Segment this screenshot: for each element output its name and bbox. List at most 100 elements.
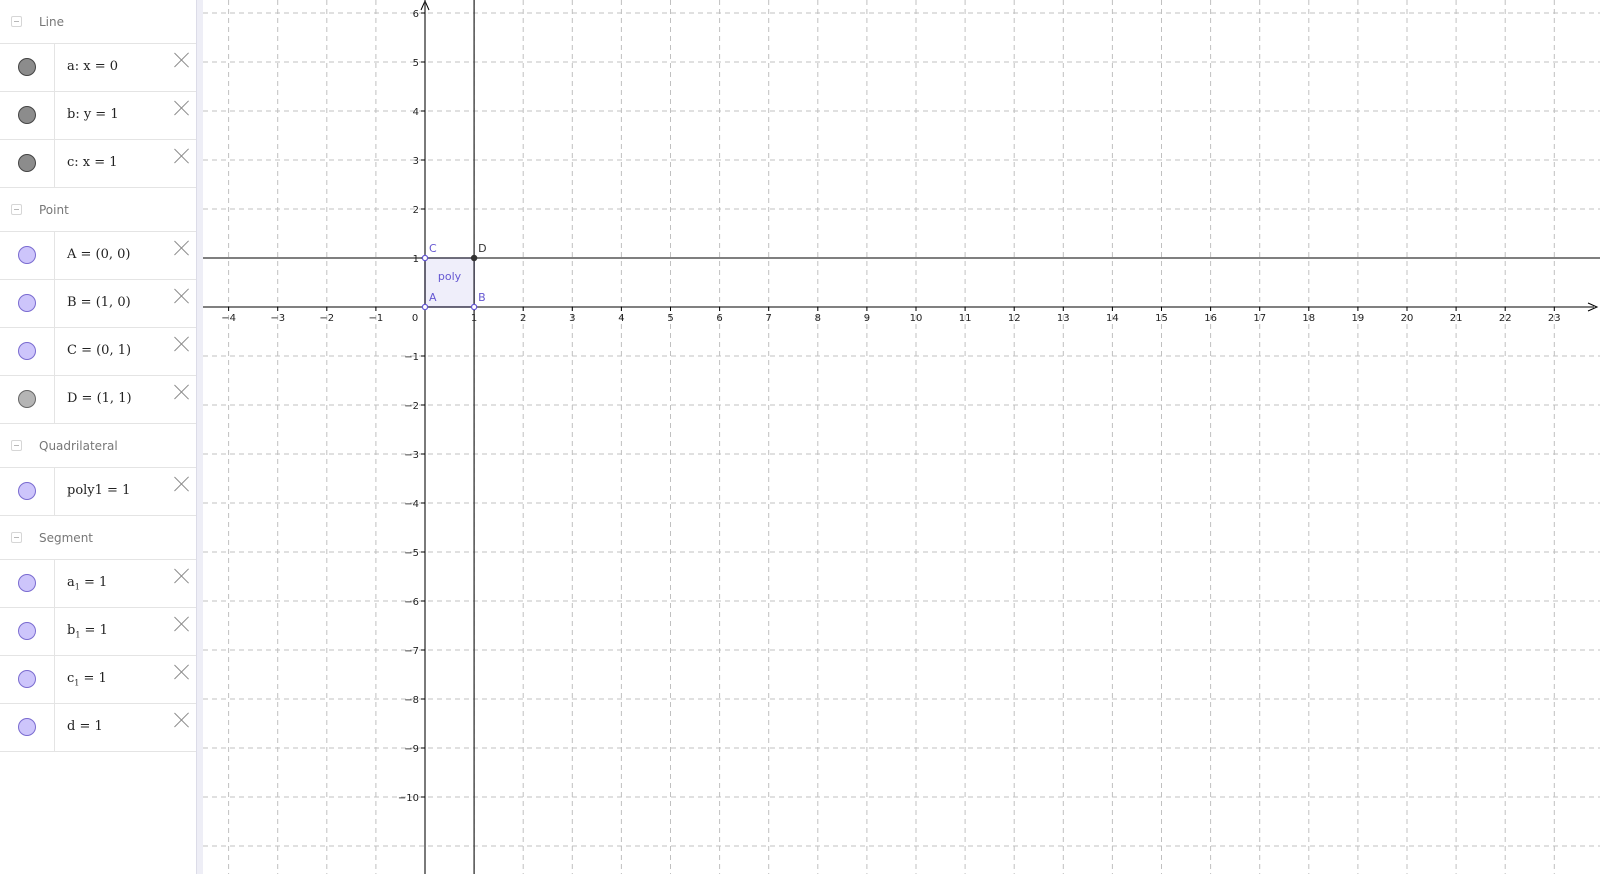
- visibility-toggle-icon[interactable]: [18, 58, 36, 76]
- point-B[interactable]: [470, 303, 478, 311]
- y-tick-label: 2: [413, 205, 419, 216]
- object-definition[interactable]: b1 = 1: [67, 623, 108, 640]
- visibility-cell[interactable]: [0, 468, 55, 515]
- delete-icon[interactable]: [173, 475, 191, 493]
- object-definition[interactable]: c: x = 1: [67, 155, 118, 170]
- delete-icon[interactable]: [173, 663, 191, 681]
- collapse-icon[interactable]: [11, 440, 22, 451]
- delete-icon[interactable]: [173, 567, 191, 585]
- delete-icon[interactable]: [173, 335, 191, 353]
- group-header-line[interactable]: Line: [0, 0, 196, 44]
- delete-icon[interactable]: [173, 99, 191, 117]
- object-definition[interactable]: a1 = 1: [67, 575, 107, 592]
- x-tick-label: 11: [959, 313, 972, 324]
- object-definition[interactable]: D = (1, 1): [67, 391, 132, 406]
- algebra-item-a1[interactable]: a1 = 1: [0, 560, 196, 608]
- collapse-icon[interactable]: [11, 204, 22, 215]
- algebra-item-b[interactable]: b: y = 1: [0, 92, 196, 140]
- object-definition[interactable]: b: y = 1: [67, 107, 119, 122]
- x-tick-label: 2: [520, 313, 526, 324]
- delete-icon[interactable]: [173, 147, 191, 165]
- collapse-icon[interactable]: [11, 16, 22, 27]
- y-tick-label: −10: [398, 793, 419, 804]
- algebra-item-B[interactable]: B = (1, 0): [0, 280, 196, 328]
- y-tick-label: 4: [413, 107, 419, 118]
- visibility-toggle-icon[interactable]: [18, 670, 36, 688]
- visibility-cell[interactable]: [0, 140, 55, 187]
- visibility-toggle-icon[interactable]: [18, 154, 36, 172]
- algebra-item-A[interactable]: A = (0, 0): [0, 232, 196, 280]
- algebra-view: Line a: x = 0 b: y = 1 c: x = 1 Point A = (0,…: [0, 0, 196, 874]
- visibility-cell[interactable]: [0, 560, 55, 607]
- visibility-cell[interactable]: [0, 92, 55, 139]
- graphics-canvas[interactable]: −4 −3 −2 −1 0 1 2 3 4 5 6 7 8 9 10 11 12 13 14 15 16 17 18 19 20…: [203, 0, 1600, 874]
- x-tick-label: 3: [569, 313, 575, 324]
- object-value: = 1: [79, 575, 108, 590]
- visibility-toggle-icon[interactable]: [18, 106, 36, 124]
- object-value: = 1: [80, 623, 108, 638]
- visibility-toggle-icon[interactable]: [18, 294, 36, 312]
- algebra-item-C[interactable]: C = (0, 1): [0, 328, 196, 376]
- x-tick-label: 16: [1204, 313, 1217, 324]
- group-header-segment[interactable]: Segment: [0, 516, 196, 560]
- algebra-item-poly1[interactable]: poly1 = 1: [0, 468, 196, 516]
- y-tick-label: −5: [404, 548, 419, 559]
- x-tick-label: 8: [815, 313, 821, 324]
- visibility-cell[interactable]: [0, 608, 55, 655]
- object-definition[interactable]: d = 1: [67, 719, 103, 734]
- object-definition[interactable]: A = (0, 0): [67, 247, 131, 262]
- x-tick-label: 21: [1450, 313, 1463, 324]
- x-tick-label: 9: [864, 313, 870, 324]
- visibility-cell[interactable]: [0, 280, 55, 327]
- x-tick-label: 14: [1106, 313, 1119, 324]
- algebra-item-a[interactable]: a: x = 0: [0, 44, 196, 92]
- point-label: D: [478, 242, 486, 255]
- delete-icon[interactable]: [173, 711, 191, 729]
- delete-icon[interactable]: [173, 51, 191, 69]
- group-header-point[interactable]: Point: [0, 188, 196, 232]
- visibility-cell[interactable]: [0, 328, 55, 375]
- visibility-cell[interactable]: [0, 656, 55, 703]
- algebra-item-c1[interactable]: c1 = 1: [0, 656, 196, 704]
- x-tick-label: 23: [1548, 313, 1561, 324]
- visibility-cell[interactable]: [0, 376, 55, 423]
- view-splitter[interactable]: [196, 0, 203, 874]
- visibility-toggle-icon[interactable]: [18, 482, 36, 500]
- visibility-toggle-icon[interactable]: [18, 622, 36, 640]
- delete-icon[interactable]: [173, 239, 191, 257]
- delete-icon[interactable]: [173, 383, 191, 401]
- delete-icon[interactable]: [173, 287, 191, 305]
- collapse-icon[interactable]: [11, 532, 22, 543]
- point-A[interactable]: [421, 303, 429, 311]
- object-definition[interactable]: a: x = 0: [67, 59, 118, 74]
- visibility-toggle-icon[interactable]: [18, 390, 36, 408]
- algebra-item-d[interactable]: d = 1: [0, 704, 196, 752]
- point-D[interactable]: [470, 254, 478, 262]
- visibility-toggle-icon[interactable]: [18, 246, 36, 264]
- object-definition[interactable]: C = (0, 1): [67, 343, 131, 358]
- point-C[interactable]: [421, 254, 429, 262]
- x-tick-label: 1: [471, 313, 477, 324]
- group-header-quadrilateral[interactable]: Quadrilateral: [0, 424, 196, 468]
- x-tick-label: −2: [319, 313, 334, 324]
- algebra-item-b1[interactable]: b1 = 1: [0, 608, 196, 656]
- visibility-toggle-icon[interactable]: [18, 342, 36, 360]
- y-tick-label: 5: [413, 58, 419, 69]
- visibility-cell[interactable]: [0, 704, 55, 751]
- y-tick-label: −8: [404, 695, 419, 706]
- graphics-view[interactable]: −4 −3 −2 −1 0 1 2 3 4 5 6 7 8 9 10 11 12 13 14 15 16 17 18 19 20…: [203, 0, 1600, 874]
- visibility-cell[interactable]: [0, 44, 55, 91]
- algebra-item-c[interactable]: c: x = 1: [0, 140, 196, 188]
- y-tick-label: −4: [404, 499, 419, 510]
- point-label: A: [429, 291, 437, 304]
- object-definition[interactable]: c1 = 1: [67, 671, 107, 688]
- delete-icon[interactable]: [173, 615, 191, 633]
- y-tick-label: −3: [404, 450, 419, 461]
- x-tick-label: 6: [716, 313, 722, 324]
- algebra-item-D[interactable]: D = (1, 1): [0, 376, 196, 424]
- visibility-toggle-icon[interactable]: [18, 718, 36, 736]
- visibility-cell[interactable]: [0, 232, 55, 279]
- visibility-toggle-icon[interactable]: [18, 574, 36, 592]
- object-definition[interactable]: poly1 = 1: [67, 483, 130, 498]
- object-definition[interactable]: B = (1, 0): [67, 295, 131, 310]
